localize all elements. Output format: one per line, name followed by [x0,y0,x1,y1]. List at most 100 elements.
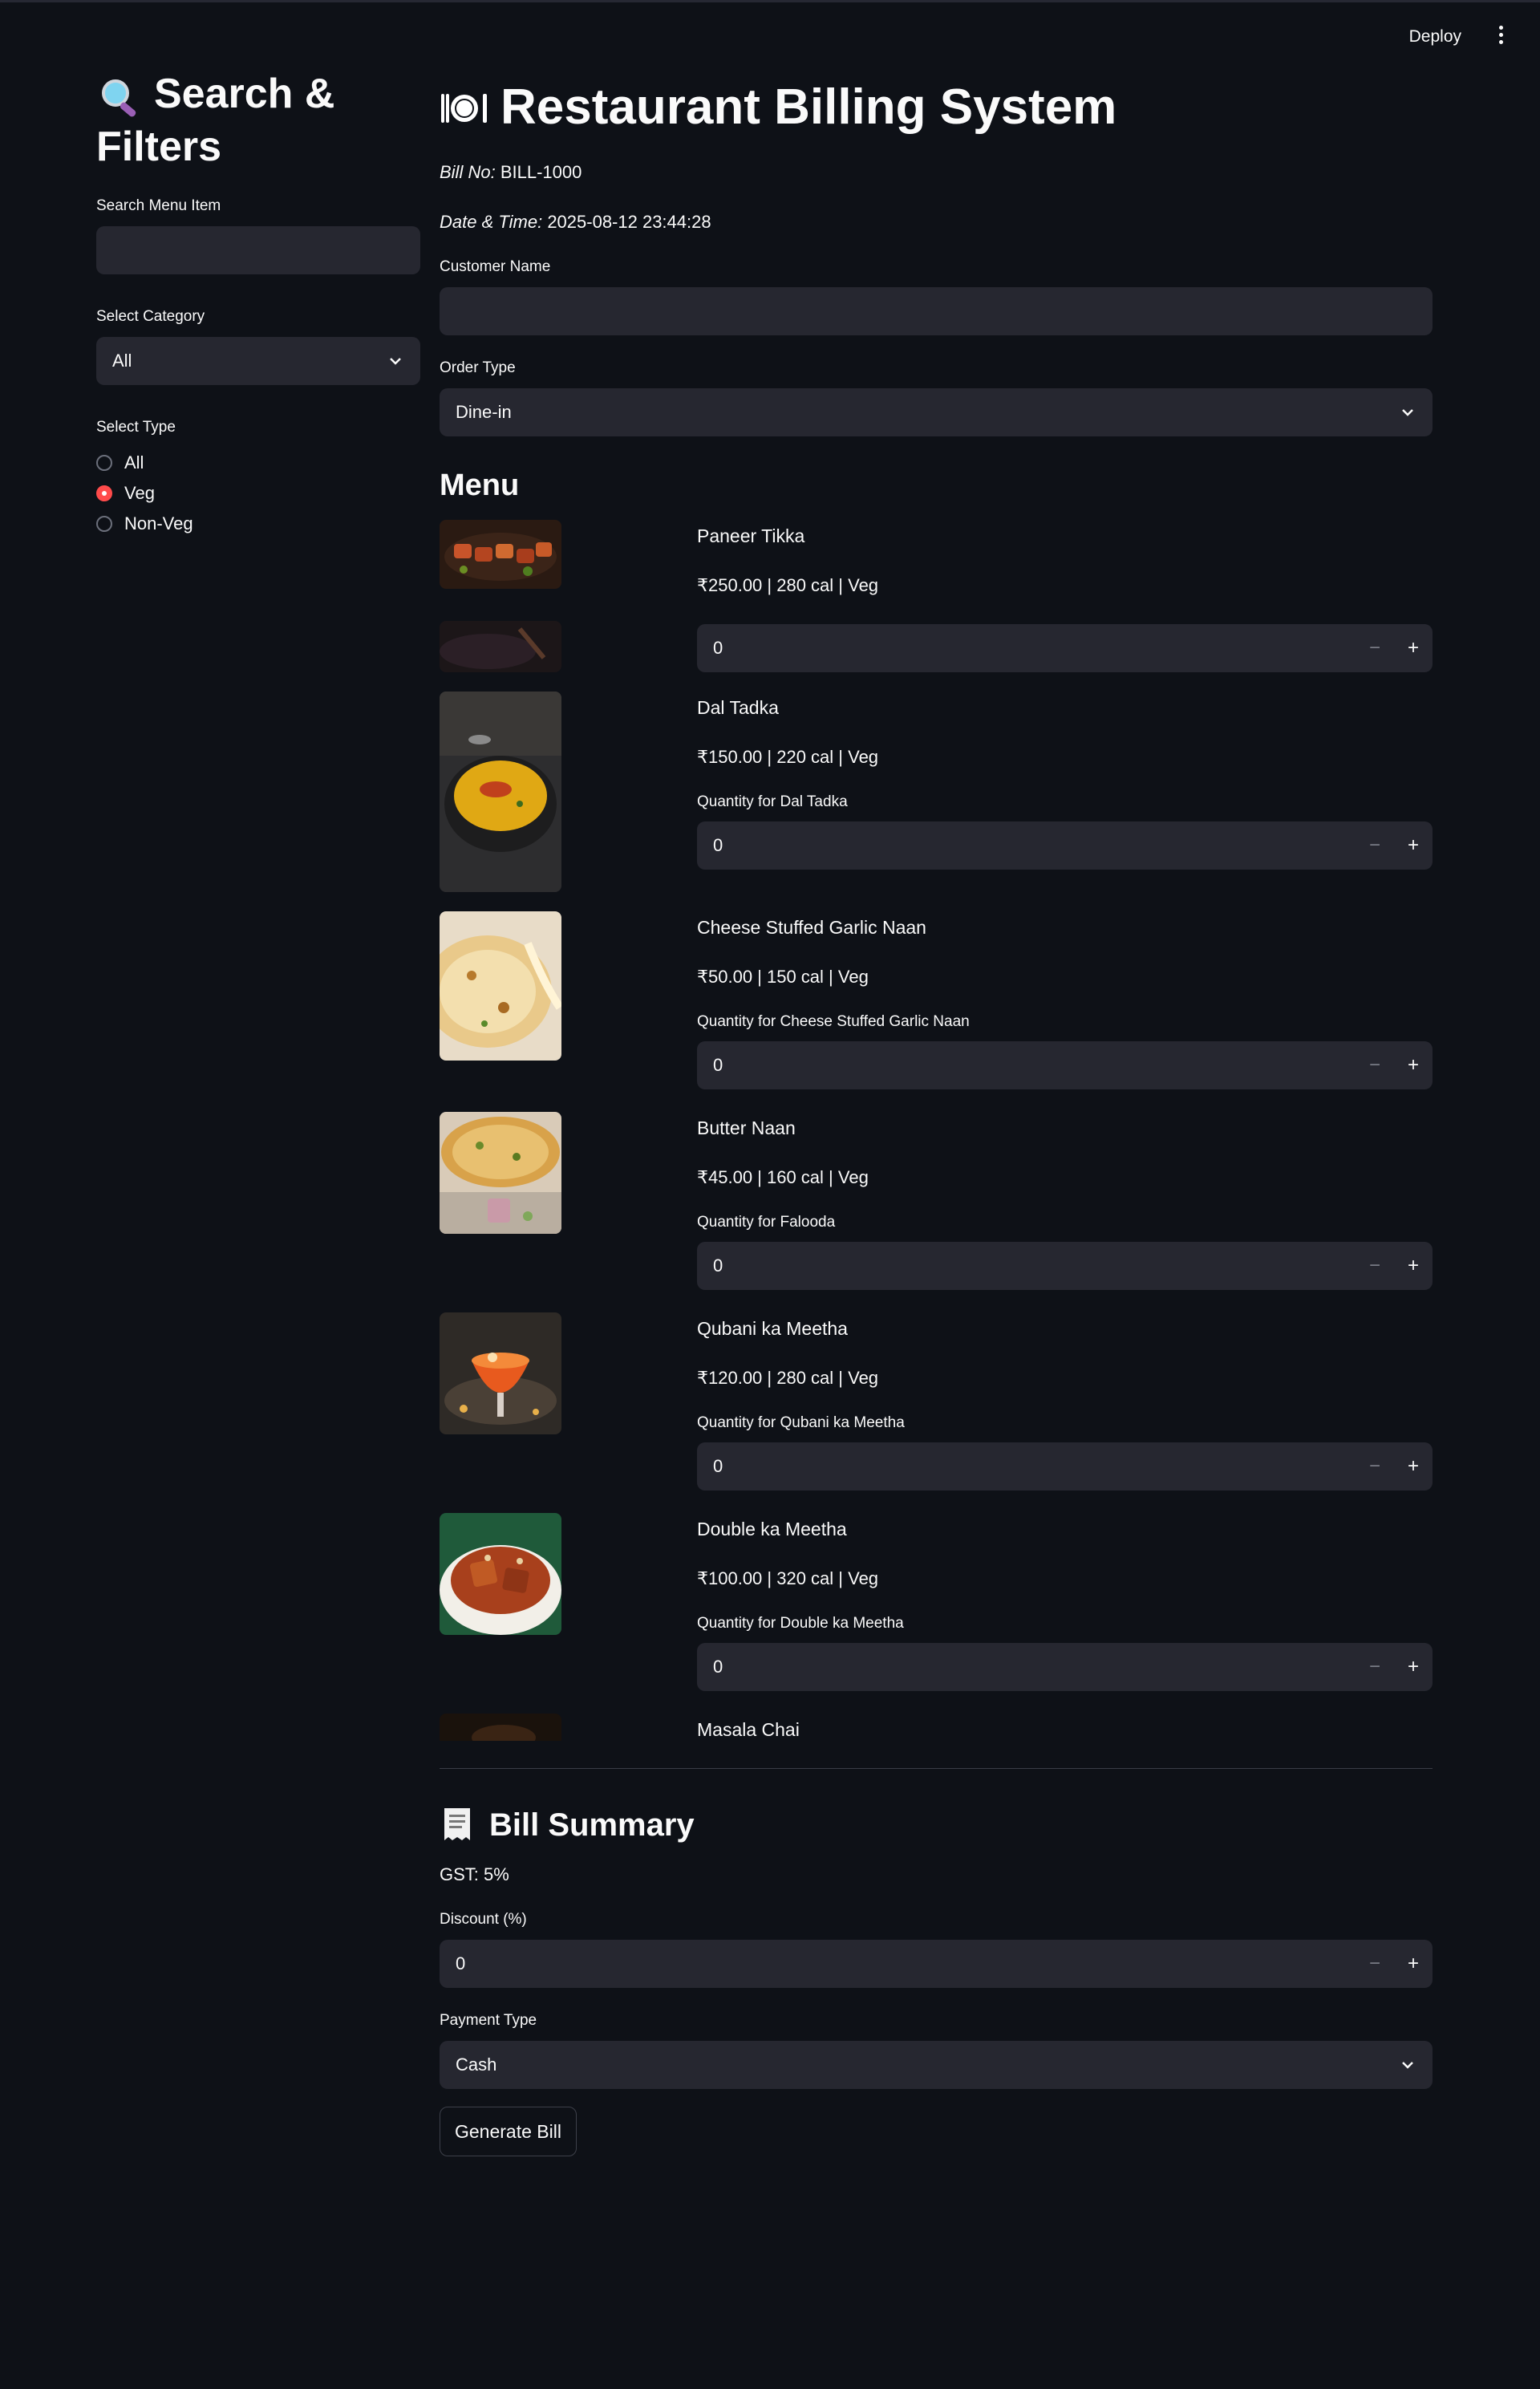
page-title: Restaurant Billing System [440,67,1433,148]
quantity-value: 0 [713,835,723,855]
item-details: Dal Tadka ₹150.00 | 220 cal | Veg Quanti… [697,692,1433,870]
quantity-value: 0 [713,1657,723,1677]
radio-icon [96,455,112,471]
bill-summary-heading: Bill Summary [440,1805,1433,1845]
deploy-button[interactable]: Deploy [1401,22,1469,51]
increment-button[interactable]: + [1394,1442,1433,1491]
decrement-button[interactable]: − [1356,821,1394,870]
item-details: Qubani ka Meetha ₹120.00 | 280 cal | Veg… [697,1312,1433,1491]
customer-label: Customer Name [440,258,551,275]
chevron-down-icon [1402,2062,1413,2069]
order-type-select[interactable]: Dine-in [440,388,1433,436]
payment-type-select[interactable]: Cash [440,2041,1433,2089]
sidebar-title: Search & Filters [96,67,420,173]
item-name: Dal Tadka [697,697,779,718]
item-details: Double ka Meetha ₹100.00 | 320 cal | Veg… [697,1513,1433,1691]
item-price-info: ₹150.00 | 220 cal | Veg [697,747,879,767]
sidebar: Search & Filters Search Menu Item Select… [96,67,420,539]
quantity-stepper-cheese-naan[interactable]: 0 − + [697,1041,1433,1089]
main-menu-kebab-icon[interactable] [1497,26,1505,45]
payment-type-label: Payment Type [440,2012,537,2029]
gst-text: GST: 5% [440,1864,509,1884]
quantity-stepper-qubani-ka-meetha[interactable]: 0 − + [697,1442,1433,1491]
type-option-all[interactable]: All [96,448,420,478]
quantity-label: Quantity for Falooda [697,1214,836,1231]
decrement-button[interactable]: − [1356,624,1394,672]
item-name: Cheese Stuffed Garlic Naan [697,917,926,938]
item-price-info: ₹250.00 | 280 cal | Veg [697,575,879,595]
quantity-value: 0 [713,1255,723,1276]
menu-list: Paneer Tikka ₹250.00 | 280 cal | Veg 0 −… [440,520,1433,1773]
increment-button[interactable]: + [1394,1242,1433,1290]
divider [440,1768,1433,1769]
radio-icon [96,516,112,532]
datetime-line: Date & Time: 2025-08-12 23:44:28 [440,209,1433,236]
item-price-info: ₹120.00 | 280 cal | Veg [697,1368,879,1388]
type-option-label: Veg [124,483,155,503]
decrement-button[interactable]: − [1356,1442,1394,1491]
increment-button[interactable]: + [1394,821,1433,870]
datetime-label: Date & Time: [440,212,543,232]
increment-button[interactable]: + [1394,1940,1433,1988]
quantity-label: Quantity for Double ka Meetha [697,1615,904,1632]
item-name: Double ka Meetha [697,1519,847,1539]
increment-button[interactable]: + [1394,1041,1433,1089]
cheese-naan-image [440,911,561,1061]
datetime-value: 2025-08-12 23:44:28 [547,212,711,232]
item-price-info: ₹45.00 | 160 cal | Veg [697,1167,869,1187]
generate-bill-button[interactable]: Generate Bill [440,2107,577,2156]
chevron-down-icon [390,358,401,365]
increment-button[interactable]: + [1394,1643,1433,1691]
page-title-text: Restaurant Billing System [500,79,1117,135]
decrement-button[interactable]: − [1356,1242,1394,1290]
item-name: Butter Naan [697,1117,796,1138]
item-details: Butter Naan ₹45.00 | 160 cal | Veg Quant… [697,1112,1433,1290]
butter-naan-image [440,1112,561,1234]
decrement-button[interactable]: − [1356,1041,1394,1089]
item-name: Qubani ka Meetha [697,1318,848,1339]
item-price-info: ₹100.00 | 320 cal | Veg [697,1568,879,1588]
order-type-value: Dine-in [456,402,512,422]
item-details: Cheese Stuffed Garlic Naan ₹50.00 | 150 … [697,911,1433,1089]
paneer-tikka-image-lower [440,621,561,672]
item-name: Paneer Tikka [697,525,805,546]
search-input[interactable] [96,226,420,274]
bill-no-label: Bill No: [440,162,496,182]
quantity-value: 0 [713,1456,723,1476]
decrement-button[interactable]: − [1356,1940,1394,1988]
bill-no-line: Bill No: BILL-1000 [440,159,1433,186]
category-select[interactable]: All [96,337,420,385]
type-option-nonveg[interactable]: Non-Veg [96,509,420,539]
qubani-ka-meetha-image [440,1312,561,1434]
payment-type-value: Cash [456,2054,497,2075]
quantity-label: Quantity for Cheese Stuffed Garlic Naan [697,1013,970,1030]
discount-stepper[interactable]: 0 − + [440,1940,1433,1988]
bill-no-value: BILL-1000 [500,162,582,182]
item-price-info: ₹50.00 | 150 cal | Veg [697,967,869,987]
quantity-value: 0 [713,638,723,658]
dal-tadka-image [440,692,561,892]
decrement-button[interactable]: − [1356,1643,1394,1691]
bill-summary-title: Bill Summary [489,1807,695,1843]
type-option-veg[interactable]: Veg [96,478,420,509]
menu-heading: Menu [440,468,520,502]
quantity-stepper-double-ka-meetha[interactable]: 0 − + [697,1643,1433,1691]
plate-cutlery-icon [441,94,487,123]
item-name: Masala Chai [697,1719,800,1740]
category-label: Select Category [96,308,205,325]
item-details: Masala Chai [697,1714,1433,1742]
quantity-label: Quantity for Dal Tadka [697,793,848,810]
increment-button[interactable]: + [1394,624,1433,672]
receipt-icon [444,1808,470,1840]
quantity-label: Quantity for Qubani ka Meetha [697,1414,905,1431]
top-border [0,0,1540,2]
quantity-stepper-paneer-tikka[interactable]: 0 − + [697,624,1433,672]
quantity-stepper-dal-tadka[interactable]: 0 − + [697,821,1433,870]
customer-name-input[interactable] [440,287,1433,335]
double-ka-meetha-image [440,1513,561,1635]
quantity-stepper-butter-naan[interactable]: 0 − + [697,1242,1433,1290]
type-option-label: Non-Veg [124,513,193,533]
magnifier-icon [102,79,136,117]
quantity-value: 0 [713,1055,723,1075]
paneer-tikka-image [440,520,561,589]
